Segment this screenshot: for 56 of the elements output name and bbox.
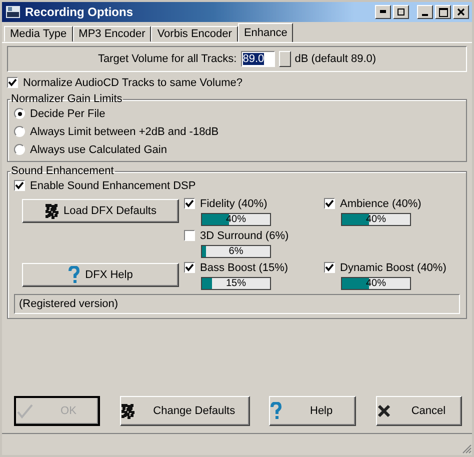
restore-button[interactable] <box>393 5 409 19</box>
group-title: Sound Enhancement <box>10 165 115 177</box>
effect-label: Ambience (40%) <box>340 198 422 210</box>
check-icon <box>16 403 34 419</box>
spin-buttons[interactable] <box>278 51 291 67</box>
radio-button[interactable] <box>14 108 25 119</box>
group-title: Normalizer Gain Limits <box>10 93 124 105</box>
pattern-icon <box>44 204 59 218</box>
window-title: Recording Options <box>25 5 134 19</box>
volume-input[interactable]: 89.0 <box>240 51 275 67</box>
checkbox-label: Normalize AudioCD Tracks to same Volume? <box>23 76 242 88</box>
checkbox[interactable] <box>184 230 195 241</box>
question-icon <box>270 402 282 420</box>
tab[interactable]: Vorbis Encoder <box>151 26 238 42</box>
checkbox[interactable] <box>7 77 18 88</box>
radio-label: Always Limit between +2dB and -18dB <box>30 126 219 138</box>
close-icon <box>457 8 465 16</box>
checkbox[interactable] <box>184 198 195 209</box>
help-button[interactable]: Help <box>269 396 356 426</box>
radio-label: Decide Per File <box>30 108 106 120</box>
checkbox[interactable] <box>14 180 25 191</box>
maximize-icon <box>438 8 448 16</box>
effect-label: Fidelity (40%) <box>200 198 268 210</box>
radio-button[interactable] <box>14 126 25 137</box>
close-button[interactable] <box>453 5 469 19</box>
minimize-button[interactable] <box>417 5 433 19</box>
checkbox[interactable] <box>324 262 335 273</box>
volume-label: Target Volume for all Tracks: <box>98 53 237 65</box>
dfx-help-button[interactable]: DFX Help <box>22 263 179 287</box>
effect-label: Dynamic Boost (40%) <box>340 262 446 274</box>
tab[interactable]: MP3 Encoder <box>72 26 152 42</box>
question-icon <box>68 266 80 284</box>
square-icon <box>397 8 405 16</box>
pattern-icon <box>120 404 135 418</box>
effect-label: 3D Surround (6%) <box>200 230 289 242</box>
tab[interactable]: Enhance <box>238 23 294 42</box>
load-defaults-button[interactable]: Load DFX Defaults <box>22 199 179 223</box>
volume-hint: dB (default 89.0) <box>294 53 376 65</box>
effect-label: Bass Boost (15%) <box>200 262 288 274</box>
registration-status: (Registered version) <box>14 294 460 314</box>
checkbox-label: Enable Sound Enhancement DSP <box>30 180 196 192</box>
tab[interactable]: Media Type <box>4 26 73 42</box>
defaults-button[interactable]: Change Defaults <box>120 396 250 426</box>
pin-button[interactable] <box>375 5 391 19</box>
close-icon <box>376 404 391 418</box>
bar-icon <box>379 9 387 15</box>
checkbox[interactable] <box>324 198 335 209</box>
checkbox[interactable] <box>184 262 195 273</box>
radio-label: Always use Calculated Gain <box>30 144 167 156</box>
app-icon <box>5 4 21 20</box>
maximize-button[interactable] <box>435 5 451 19</box>
radio-button[interactable] <box>14 144 25 155</box>
resize-grip-icon <box>462 444 472 454</box>
progress-reading: 6% <box>228 246 244 257</box>
cancel-button[interactable]: Cancel <box>376 396 462 426</box>
progress-reading: 15% <box>224 278 247 289</box>
